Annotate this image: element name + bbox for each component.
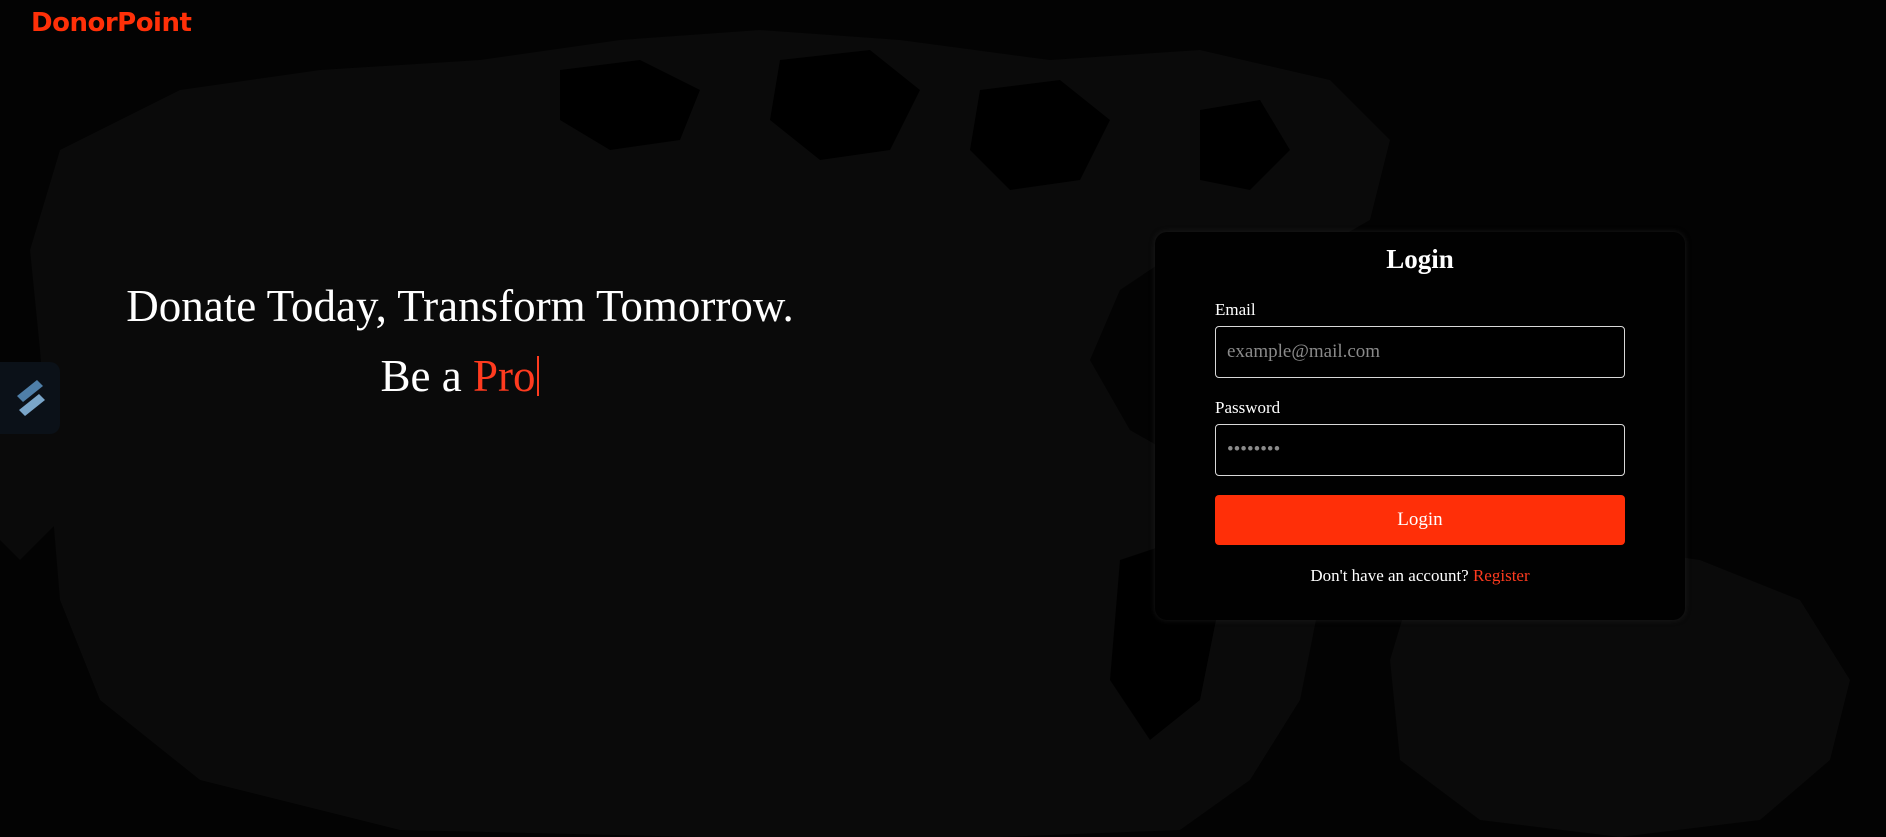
register-prompt-text: Don't have an account? (1310, 566, 1469, 585)
login-page: DonorPoint Donate Today, Transform Tomor… (0, 0, 1886, 837)
password-input[interactable] (1215, 424, 1625, 476)
email-label: Email (1215, 300, 1256, 319)
hero-section: Donate Today, Transform Tomorrow. Be a P… (80, 276, 840, 406)
extension-logo-icon (17, 380, 45, 416)
typing-caret (537, 356, 540, 396)
login-card: Login Email Password Login Don't have an… (1155, 232, 1685, 620)
register-prompt-row: Don't have an account? Register (1155, 566, 1685, 586)
hero-headline: Donate Today, Transform Tomorrow. (126, 281, 794, 331)
login-button[interactable]: Login (1215, 495, 1625, 545)
hero-tagline: Be a Pro (80, 346, 840, 406)
login-title: Login (1386, 244, 1454, 274)
side-extension-widget[interactable] (0, 362, 60, 434)
register-link[interactable]: Register (1473, 566, 1530, 585)
hero-typed-word: Pro (472, 351, 536, 401)
email-input[interactable] (1215, 326, 1625, 378)
brand-logo[interactable]: DonorPoint (31, 8, 192, 38)
hero-tagline-prefix: Be a (380, 351, 473, 401)
password-label: Password (1215, 398, 1281, 417)
